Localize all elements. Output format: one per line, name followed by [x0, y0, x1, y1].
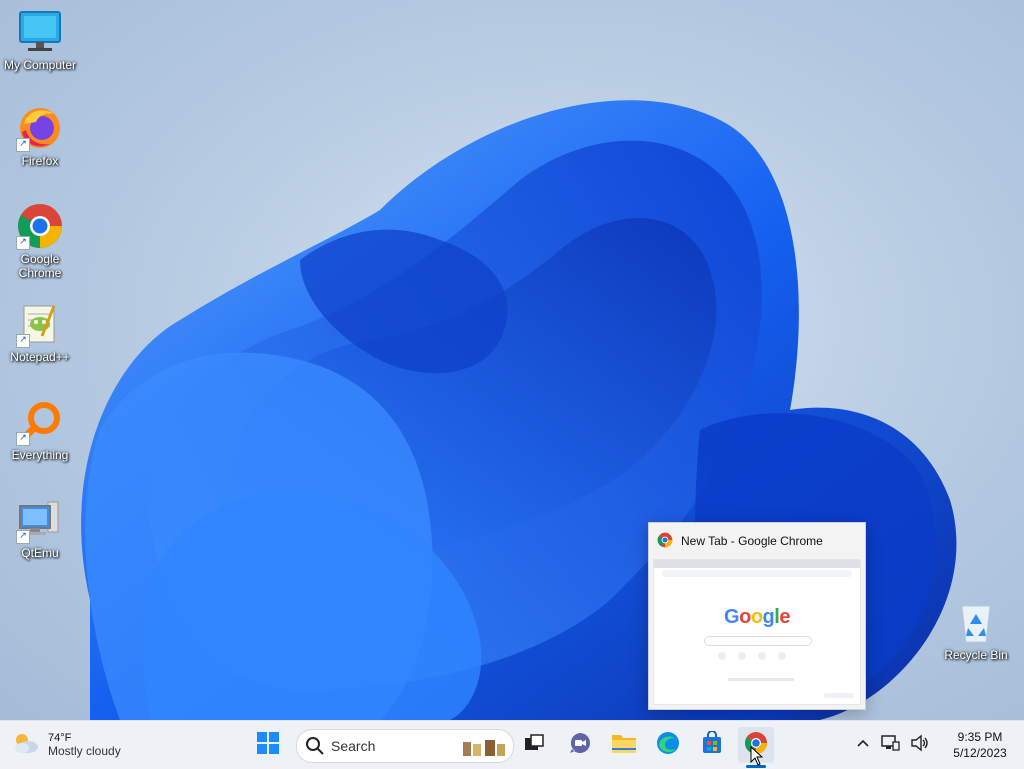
shortcut-arrow-icon: ↗: [16, 236, 30, 250]
thumbnail-customize-button: [824, 693, 854, 698]
taskbar-clock[interactable]: 9:35 PM 5/12/2023: [944, 729, 1016, 761]
desktop-icon-label: Notepad++: [10, 350, 70, 364]
desktop-icon-notepad-plus-plus[interactable]: ↗ Notepad++: [0, 300, 80, 364]
recycle-bin-icon: [952, 598, 1000, 646]
thumbnail-shortcuts: [718, 652, 786, 660]
store-button[interactable]: [694, 727, 730, 763]
partly-cloudy-icon: [12, 731, 40, 759]
weather-condition: Mostly cloudy: [48, 744, 121, 758]
search-placeholder: Search: [331, 738, 376, 754]
clock-date: 5/12/2023: [953, 746, 1007, 760]
desktop-icon-label: Recycle Bin: [944, 648, 1008, 662]
search-highlight-icon: [459, 734, 507, 758]
chrome-icon: [657, 532, 673, 551]
network-icon[interactable]: [880, 734, 900, 756]
chrome-window-preview[interactable]: New Tab - Google Chrome Google: [648, 522, 866, 710]
desktop-icon-label: QtEmu: [21, 546, 59, 560]
chrome-icon: ↗: [16, 202, 64, 250]
preview-thumbnail[interactable]: Google: [653, 559, 861, 705]
edge-icon: [656, 731, 680, 759]
preview-title: New Tab - Google Chrome: [681, 534, 823, 548]
edge-button[interactable]: [650, 727, 686, 763]
mouse-cursor-icon: [750, 746, 764, 766]
teams-chat-button[interactable]: [562, 727, 598, 763]
desktop-icon-label: Firefox: [21, 154, 59, 168]
volume-icon[interactable]: [910, 734, 930, 756]
start-icon: [256, 731, 280, 759]
system-tray[interactable]: [856, 727, 930, 763]
task-view-button[interactable]: [516, 727, 552, 763]
file-explorer-icon: [611, 732, 637, 758]
shortcut-arrow-icon: ↗: [16, 138, 30, 152]
thumbnail-address-bar: [662, 570, 852, 577]
thumbnail-tabstrip: [654, 560, 860, 568]
start-button[interactable]: [250, 727, 286, 763]
desktop-icon-qtemu[interactable]: ↗ QtEmu: [0, 496, 80, 560]
desktop-icon-google-chrome[interactable]: ↗ Google Chrome: [0, 202, 80, 280]
desktop-icon-everything[interactable]: ↗ Everything: [0, 398, 80, 462]
thumbnail-search-box: [704, 636, 812, 646]
weather-widget[interactable]: 74°F Mostly cloudy: [12, 727, 121, 763]
everything-search-icon: ↗: [16, 398, 64, 446]
taskbar-search-box[interactable]: Search: [296, 729, 514, 763]
qtemu-computer-icon: ↗: [16, 496, 64, 544]
desktop[interactable]: My Computer ↗ Firefox ↗ Google Chrome ↗ …: [0, 0, 1024, 720]
monitor-icon: [16, 8, 64, 56]
desktop-icon-label: My Computer: [3, 58, 77, 72]
desktop-icon-label: Google Chrome: [18, 252, 62, 280]
thumbnail-google-logo: Google: [724, 606, 790, 628]
weather-temperature: 74°F: [48, 732, 72, 744]
desktop-icon-label: Everything: [11, 448, 69, 462]
desktop-icon-firefox[interactable]: ↗ Firefox: [0, 104, 80, 168]
search-icon: [305, 736, 325, 756]
shortcut-arrow-icon: ↗: [16, 530, 30, 544]
shortcut-arrow-icon: ↗: [16, 432, 30, 446]
desktop-icon-recycle-bin[interactable]: Recycle Bin: [936, 598, 1016, 662]
teams-chat-icon: [568, 731, 592, 759]
desktop-icon-my-computer[interactable]: My Computer: [0, 8, 80, 72]
file-explorer-button[interactable]: [606, 727, 642, 763]
task-view-icon: [523, 732, 545, 758]
preview-title-bar: New Tab - Google Chrome: [649, 523, 865, 559]
store-icon: [700, 730, 724, 759]
taskbar[interactable]: 74°F Mostly cloudy Search 9:35 PM 5/12/2…: [0, 720, 1024, 769]
clock-time: 9:35 PM: [957, 730, 1003, 744]
notepadpp-icon: ↗: [16, 300, 64, 348]
wallpaper-bloom: [81, 100, 957, 720]
shortcut-arrow-icon: ↗: [16, 334, 30, 348]
chevron-up-icon[interactable]: [856, 736, 870, 755]
firefox-icon: ↗: [16, 104, 64, 152]
thumbnail-footer: [728, 678, 794, 681]
